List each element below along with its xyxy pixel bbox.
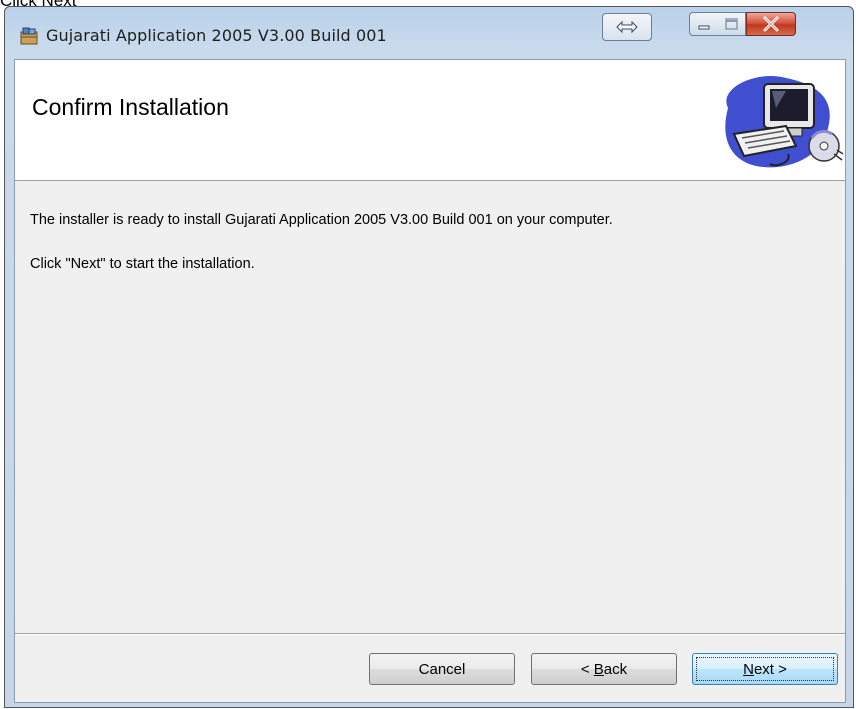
cancel-button[interactable]: Cancel <box>369 653 515 685</box>
back-button-label: < Back <box>581 661 627 678</box>
back-label-rest: ack <box>603 660 628 678</box>
cancel-button-label: Cancel <box>418 660 466 678</box>
maximize-icon <box>725 18 738 30</box>
back-mnemonic: B <box>593 660 604 678</box>
computer-with-cd-icon <box>725 76 844 168</box>
resize-toggle-button[interactable] <box>602 13 652 41</box>
back-arrow-text: < <box>580 660 594 678</box>
double-arrow-icon <box>616 20 638 34</box>
close-icon <box>763 16 779 32</box>
footer-divider <box>15 633 845 635</box>
ready-message: The installer is ready to install Gujara… <box>30 212 613 228</box>
installer-app-icon <box>20 27 38 45</box>
maximize-button[interactable] <box>718 12 746 36</box>
title-bar[interactable]: Gujarati Application 2005 V3.00 Build 00… <box>5 7 853 63</box>
close-button[interactable] <box>746 12 796 36</box>
back-button[interactable]: < Back <box>531 653 677 685</box>
header-banner: Confirm Installation <box>15 60 845 181</box>
instruction-message: Click "Next" to start the installation. <box>30 256 255 272</box>
page-title: Confirm Installation <box>32 94 229 120</box>
installer-window: Gujarati Application 2005 V3.00 Build 00… <box>4 6 854 708</box>
next-button[interactable]: Next > <box>692 653 838 685</box>
minimize-button[interactable] <box>689 12 719 36</box>
window-title: Gujarati Application 2005 V3.00 Build 00… <box>46 26 387 45</box>
minimize-icon <box>698 25 710 30</box>
next-label-rest: ext > <box>753 660 787 678</box>
next-mnemonic: N <box>743 660 754 678</box>
next-button-label: Next > <box>743 661 787 678</box>
dialog-client-area: Confirm Installation The installer is re… <box>14 59 846 703</box>
